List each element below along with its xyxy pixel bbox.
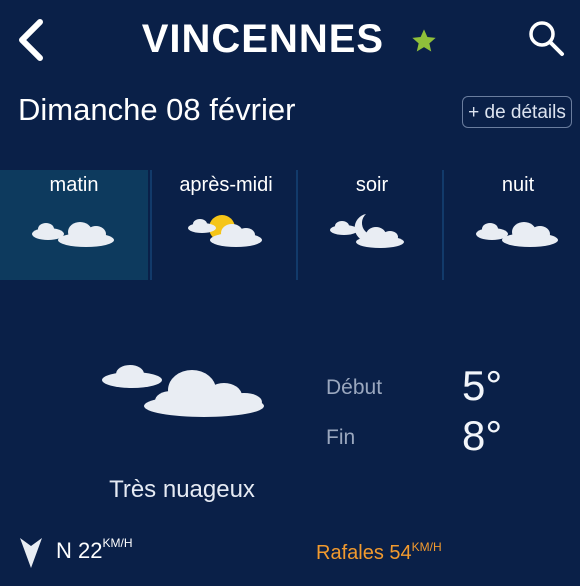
header-bar: VINCENNES <box>0 0 580 80</box>
very-cloudy-icon <box>102 365 264 417</box>
gusts-unit: KM/H <box>411 540 442 554</box>
city-title: VINCENNES <box>141 17 385 61</box>
search-icon <box>529 21 564 56</box>
night-cloudy-icon <box>330 214 404 248</box>
wind-speed: N 22KM/H <box>56 536 133 564</box>
cloudy-icon <box>32 222 114 247</box>
tab-label: nuit <box>501 174 535 196</box>
favorite-star-icon[interactable] <box>410 27 438 55</box>
more-details-button[interactable]: + de détails <box>462 96 572 128</box>
forecast-date: Dimanche 08 février <box>18 92 296 127</box>
tab-matin[interactable]: matin <box>0 170 148 280</box>
end-temp-label: Fin <box>326 426 356 449</box>
wind-direction-icon <box>20 538 42 568</box>
date-row: Dimanche 08 février + de détails <box>0 88 580 138</box>
tab-label: soir <box>355 174 389 196</box>
period-tabs: matin après-midi soir nuit <box>0 170 580 280</box>
wind-speed-unit: KM/H <box>102 536 133 550</box>
gusts-label: Rafales <box>316 542 384 564</box>
end-temp-value: 8° <box>462 412 503 459</box>
tab-label: matin <box>49 174 99 196</box>
tab-apres-midi[interactable]: après-midi <box>152 170 300 280</box>
tab-nuit[interactable]: nuit <box>444 170 580 280</box>
cloudy-icon <box>476 222 558 247</box>
tab-label: après-midi <box>179 174 273 196</box>
gusts-value: 54 <box>389 542 412 564</box>
wind-direction: N <box>56 538 72 563</box>
start-temp-label: Début <box>326 376 383 399</box>
condition-text: Très nuageux <box>109 476 255 503</box>
city-title-wrap: VINCENNES <box>0 12 580 66</box>
tab-soir[interactable]: soir <box>298 170 446 280</box>
wind-gusts: Rafales 54KM/H <box>316 540 442 565</box>
wind-speed-value: 22 <box>78 538 103 563</box>
partly-sunny-icon <box>188 215 262 247</box>
start-temp-value: 5° <box>462 362 503 409</box>
search-button[interactable] <box>526 18 566 58</box>
